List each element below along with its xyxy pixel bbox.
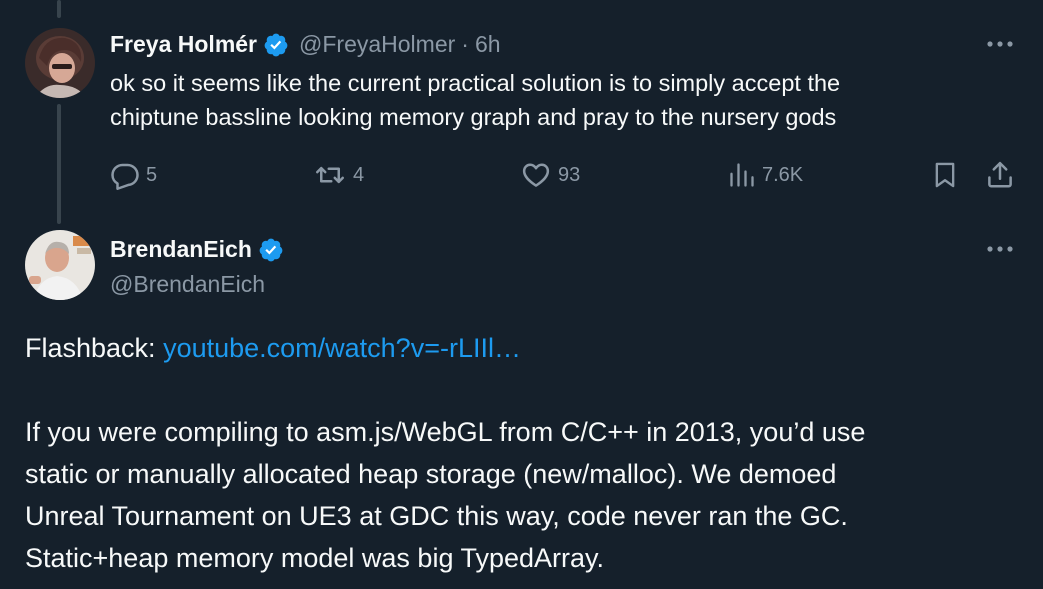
retweet-icon (316, 166, 344, 184)
thread-line-top (57, 0, 61, 18)
more-options-icon[interactable] (985, 34, 1015, 54)
display-name[interactable]: Freya Holmér (110, 31, 257, 58)
tweet-text-line: Unreal Tournament on UE3 at GDC this way… (25, 501, 848, 531)
tweet-actions: 5 4 93 7.6K (0, 157, 1043, 193)
tweet-text-line: ok so it seems like the current practica… (110, 70, 841, 96)
flashback-label: Flashback: (25, 333, 164, 363)
tweet-text: ok so it seems like the current practica… (110, 66, 840, 134)
handle[interactable]: @FreyaHolmer (299, 31, 455, 58)
display-name[interactable]: BrendanEich (110, 236, 252, 263)
share-icon (988, 161, 1012, 188)
more-options-icon[interactable] (985, 239, 1015, 259)
reply-count: 5 (146, 163, 158, 186)
heart-icon (522, 163, 550, 187)
avatar-freya[interactable] (25, 28, 95, 98)
bookmark-button[interactable] (931, 157, 959, 193)
tweet-text: Flashback: youtube.com/watch?v=-rLIIl… I… (25, 327, 1025, 579)
verified-badge-icon[interactable] (258, 237, 284, 263)
tweet-text-line: If you were compiling to asm.js/WebGL fr… (25, 417, 866, 447)
timestamp[interactable]: 6h (475, 31, 501, 58)
retweet-button[interactable]: 4 (313, 157, 364, 193)
flashback-line: Flashback: youtube.com/watch?v=-rLIIl… (25, 327, 1025, 369)
tweet-freya-header: Freya Holmér @FreyaHolmer · 6h (110, 31, 501, 58)
tweet-text-line: Static+heap memory model was big TypedAr… (25, 543, 605, 573)
share-button[interactable] (985, 157, 1015, 193)
retweet-count: 4 (353, 163, 365, 186)
handle[interactable]: @BrendanEich (110, 271, 265, 298)
views-count: 7.6K (762, 163, 804, 186)
reply-button[interactable]: 5 (110, 157, 157, 193)
like-count: 93 (558, 163, 581, 186)
reply-icon (111, 163, 139, 190)
bookmark-icon (935, 162, 955, 188)
avatar-brendan[interactable] (25, 230, 95, 300)
like-button[interactable]: 93 (520, 157, 580, 193)
tweet-text-line: static or manually allocated heap storag… (25, 459, 837, 489)
tweet-text-line: chiptune bassline looking memory graph a… (110, 104, 837, 130)
youtube-link[interactable]: youtube.com/watch?v=-rLIIl… (163, 333, 521, 363)
tweet-brendan-header: BrendanEich (110, 236, 284, 263)
views-button[interactable]: 7.6K (728, 157, 803, 193)
verified-badge-icon[interactable] (263, 32, 289, 58)
separator-dot: · (461, 31, 469, 57)
analytics-icon (730, 163, 754, 187)
